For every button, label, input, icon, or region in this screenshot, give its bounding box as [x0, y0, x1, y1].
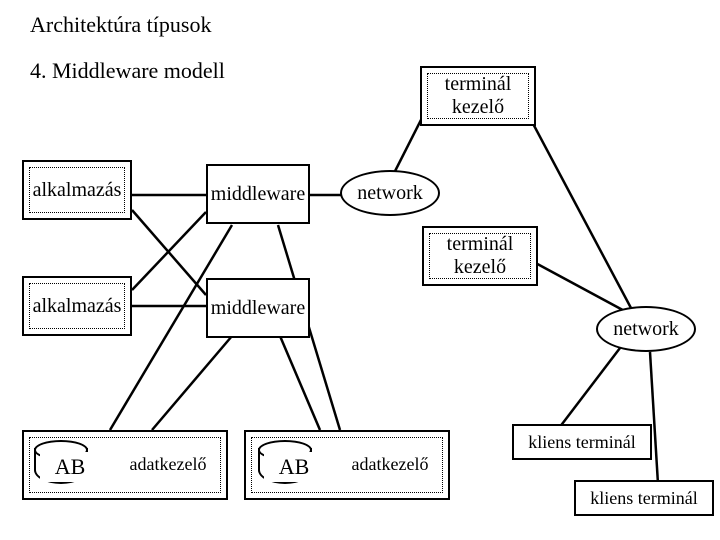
label: network [613, 318, 679, 341]
db-label-2: AB [264, 452, 324, 482]
node-middleware-1: middleware [206, 164, 310, 224]
page-title: Architektúra típusok [30, 12, 211, 38]
label: middleware [211, 183, 305, 206]
label: alkalmazás [33, 179, 122, 202]
label: kliens terminál [590, 488, 697, 509]
node-client-terminal-2: kliens terminál [574, 480, 714, 516]
label: kezelő [445, 96, 512, 119]
node-middleware-2: middleware [206, 278, 310, 338]
datahandler-1: adatkezelő [118, 442, 218, 486]
label: middleware [211, 297, 305, 320]
node-application-2: alkalmazás [22, 276, 132, 336]
label: AB [55, 454, 86, 480]
node-client-terminal-1: kliens terminál [512, 424, 652, 460]
label: kliens terminál [528, 432, 635, 453]
label: adatkezelő [130, 454, 207, 475]
label: terminál [445, 73, 512, 96]
label: network [357, 182, 423, 205]
label: kezelő [447, 256, 514, 279]
label: AB [279, 454, 310, 480]
diagram-stage: Architektúra típusok 4. Middleware model… [0, 0, 720, 540]
db-label-1: AB [40, 452, 100, 482]
page-subtitle: 4. Middleware modell [30, 58, 225, 84]
node-terminal-handler-1: terminál kezelő [420, 66, 536, 126]
datahandler-2: adatkezelő [340, 442, 440, 486]
node-terminal-handler-2: terminál kezelő [422, 226, 538, 286]
node-network-2: network [596, 306, 696, 352]
node-network-1: network [340, 170, 440, 216]
label: terminál [447, 233, 514, 256]
label: adatkezelő [352, 454, 429, 475]
label: alkalmazás [33, 295, 122, 318]
node-application-1: alkalmazás [22, 160, 132, 220]
